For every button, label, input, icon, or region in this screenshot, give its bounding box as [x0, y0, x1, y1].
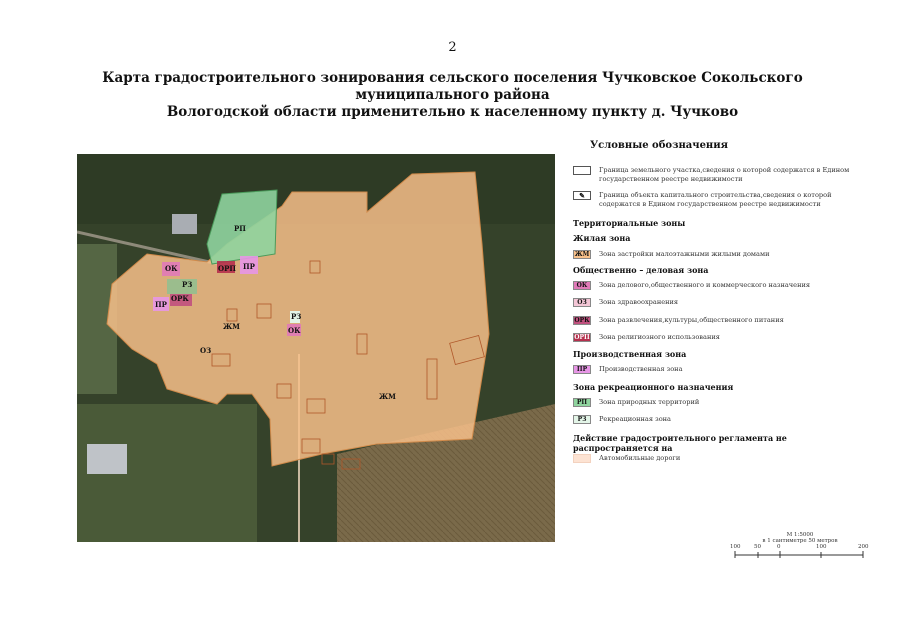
- ork-swatch: ОРК: [573, 316, 591, 325]
- map-title: Карта градостроительного зонирования сел…: [40, 70, 865, 121]
- legend-row-rz: РЗ Рекреационная зона: [568, 415, 868, 424]
- map-label-zhm-west: ЖМ: [223, 322, 240, 331]
- scale-tick-100: 100: [816, 544, 827, 550]
- scale-tick-0: 0: [777, 544, 781, 550]
- map-title-line2: Вологодской области применительно к насе…: [166, 104, 739, 120]
- legend-title: Условные обозначения: [590, 140, 729, 151]
- legend-heading-residential: Жилая зона: [573, 233, 631, 243]
- scale-tick-100-left: 100: [730, 544, 741, 550]
- pr-swatch: ПР: [573, 365, 591, 374]
- zoning-map[interactable]: РП ОК ОРП ПР РЗ ОРК ПР ЖМ ОЗ РЗ ОК ЖМ: [77, 154, 555, 542]
- pencil-icon: ✎: [573, 191, 591, 200]
- rp-swatch: РП: [573, 398, 591, 407]
- roads-swatch: [573, 454, 591, 463]
- legend-heading-no-reglament: Действие градостроительного регламента н…: [573, 433, 787, 453]
- map-label-rz-left: РЗ: [182, 280, 193, 289]
- legend-text-pr: Производственная зона: [599, 365, 683, 373]
- map-label-ok: ОК: [165, 264, 178, 273]
- legend-row-orp: ОРП Зона религиозного использования: [568, 333, 868, 342]
- map-label-zhm-east: ЖМ: [379, 392, 396, 401]
- legend-heading-public: Общественно – деловая зона: [573, 265, 709, 275]
- legend-heading-recreation: Зона рекреационного назначения: [573, 382, 734, 392]
- legend-row-parcel-boundary: Граница земельного участка,сведения о ко…: [568, 166, 868, 184]
- scale-tick-50: 50: [754, 544, 761, 550]
- rz-swatch: РЗ: [573, 415, 591, 424]
- farm-buildings: [87, 444, 127, 474]
- legend-text-roads: Автомобильные дороги: [599, 454, 681, 462]
- legend-text-orp: Зона религиозного использования: [599, 333, 720, 341]
- orp-swatch: ОРП: [573, 333, 591, 342]
- legend-text-oz: Зона здравоохранения: [599, 298, 679, 306]
- zhm-swatch: ЖМ: [573, 250, 591, 259]
- legend-text-rz: Рекреационная зона: [599, 415, 671, 423]
- legend-row-ok: ОК Зона делового,общественного и коммерч…: [568, 281, 868, 290]
- parcel-boundary-swatch: [573, 166, 591, 175]
- scale-ticks: 100 50 0 100 200: [730, 544, 870, 558]
- legend-row-zhm: ЖМ Зона застройки малоэтажными жилыми до…: [568, 250, 868, 259]
- legend-text-ok: Зона делового,общественного и коммерческ…: [599, 281, 811, 289]
- legend-row-rp: РП Зона природных территорий: [568, 398, 868, 407]
- scale-line: [734, 551, 864, 558]
- map-title-line1: Карта градостроительного зонирования сел…: [102, 70, 803, 103]
- legend-row-pr: ПР Производственная зона: [568, 365, 868, 374]
- legend-row-ork: ОРК Зона развлечения,культуры,общественн…: [568, 316, 868, 325]
- legend-text-building-boundary: Граница объекта капитального строительст…: [599, 191, 832, 208]
- legend-text-rp: Зона природных территорий: [599, 398, 700, 406]
- legend-text-ork: Зона развлечения,культуры,общественного …: [599, 316, 784, 324]
- oz-swatch: ОЗ: [573, 298, 591, 307]
- legend-heading-territorial: Территориальные зоны: [573, 218, 686, 228]
- legend-heading-industrial: Производственная зона: [573, 349, 687, 359]
- legend-row-roads: Автомобильные дороги: [568, 454, 868, 463]
- farm-building-2: [172, 214, 197, 234]
- legend-text-zhm: Зона застройки малоэтажными жилыми домам…: [599, 250, 770, 258]
- map-label-orp: ОРП: [218, 264, 236, 273]
- map-label-oz: ОЗ: [200, 346, 212, 355]
- map-label-ok-center: ОК: [288, 326, 301, 335]
- scale-bar: М 1:5000 в 1 сантиметре 50 метров 100 50…: [730, 532, 870, 558]
- map-label-ork: ОРК: [171, 294, 189, 303]
- map-satellite-background: [77, 154, 555, 542]
- legend-row-building-boundary: ✎ Граница объекта капитального строитель…: [568, 191, 868, 209]
- ok-swatch: ОК: [573, 281, 591, 290]
- scale-tick-200: 200: [858, 544, 869, 550]
- map-label-rp: РП: [234, 224, 246, 233]
- legend-text-parcel-boundary: Граница земельного участка,сведения о ко…: [599, 166, 850, 183]
- map-label-rz-center: РЗ: [291, 312, 302, 321]
- map-label-pr-left: ПР: [155, 300, 167, 309]
- map-label-pr-top: ПР: [243, 262, 255, 271]
- page-number: 2: [448, 40, 457, 55]
- legend-row-oz: ОЗ Зона здравоохранения: [568, 298, 868, 307]
